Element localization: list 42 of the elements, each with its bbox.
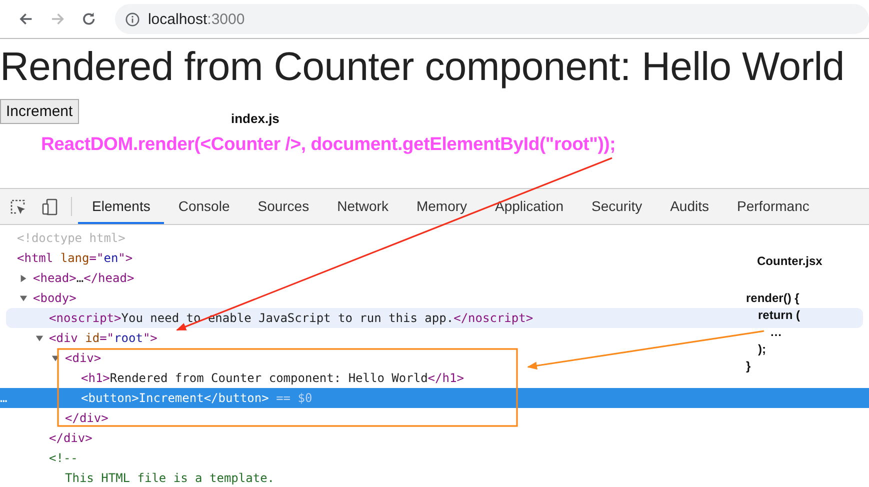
dom-node-text: <body> (33, 291, 76, 305)
annotation-code-line: ); (758, 341, 767, 358)
devtools-tab[interactable]: Application (481, 189, 578, 224)
devtools-tab[interactable]: Network (323, 189, 402, 224)
dom-node-text: <head>…</head> (33, 271, 134, 285)
dom-node-text: <h1>Rendered from Counter component: Hello World</h1> (81, 371, 464, 385)
address-field[interactable]: localhost:3000 (114, 4, 869, 34)
page-heading: Rendered from Counter component: Hello World (0, 44, 846, 91)
devtools-tab[interactable]: Audits (656, 189, 724, 224)
annotation-code: ReactDOM.render(<Counter />, document.getElementById("root")); (41, 133, 616, 155)
increment-button[interactable]: Increment (0, 99, 79, 124)
devtools-tab[interactable]: Console (164, 189, 244, 224)
annotation-code-line: render() { (746, 290, 800, 307)
devtools-tab[interactable]: Security (578, 189, 656, 224)
annotation-label: index.js (231, 111, 280, 126)
expanded-triangle-icon[interactable] (35, 334, 44, 342)
url-port: :3000 (207, 10, 245, 28)
devtools-tab[interactable]: Performanc (723, 189, 824, 224)
back-icon[interactable] (18, 11, 34, 27)
devtools-tab[interactable]: Memory (402, 189, 482, 224)
dom-node-text: <div id="root"> (49, 331, 158, 345)
info-icon[interactable] (124, 12, 140, 26)
dom-node-text: <!doctype html> (17, 231, 126, 245)
url-host: localhost (148, 10, 208, 28)
annotation-code-line: } (746, 358, 752, 375)
inspect-icon[interactable] (9, 198, 27, 216)
dom-node-text: <!-- (49, 451, 78, 465)
expanded-triangle-icon[interactable] (19, 294, 28, 302)
annotation-label: Counter.jsx (757, 254, 822, 268)
dom-node-text: <html lang="en"> (17, 251, 133, 265)
dom-node-text: <div> (65, 351, 102, 365)
dom-node-text: <button>Increment</button> == $0 (81, 391, 312, 405)
devtools-tab[interactable]: Elements (78, 189, 164, 224)
dom-node-text: This HTML file is a template. (65, 471, 275, 485)
annotation-code-line: return ( (758, 307, 800, 324)
device-icon[interactable] (41, 198, 59, 216)
devtools-tab[interactable]: Sources (244, 189, 324, 224)
dom-node-text: </div> (65, 411, 108, 425)
dom-node-text: </div> (49, 431, 92, 445)
expanded-triangle-icon[interactable] (51, 354, 60, 362)
reload-icon[interactable] (81, 11, 97, 27)
collapsed-triangle-icon[interactable] (19, 274, 28, 282)
